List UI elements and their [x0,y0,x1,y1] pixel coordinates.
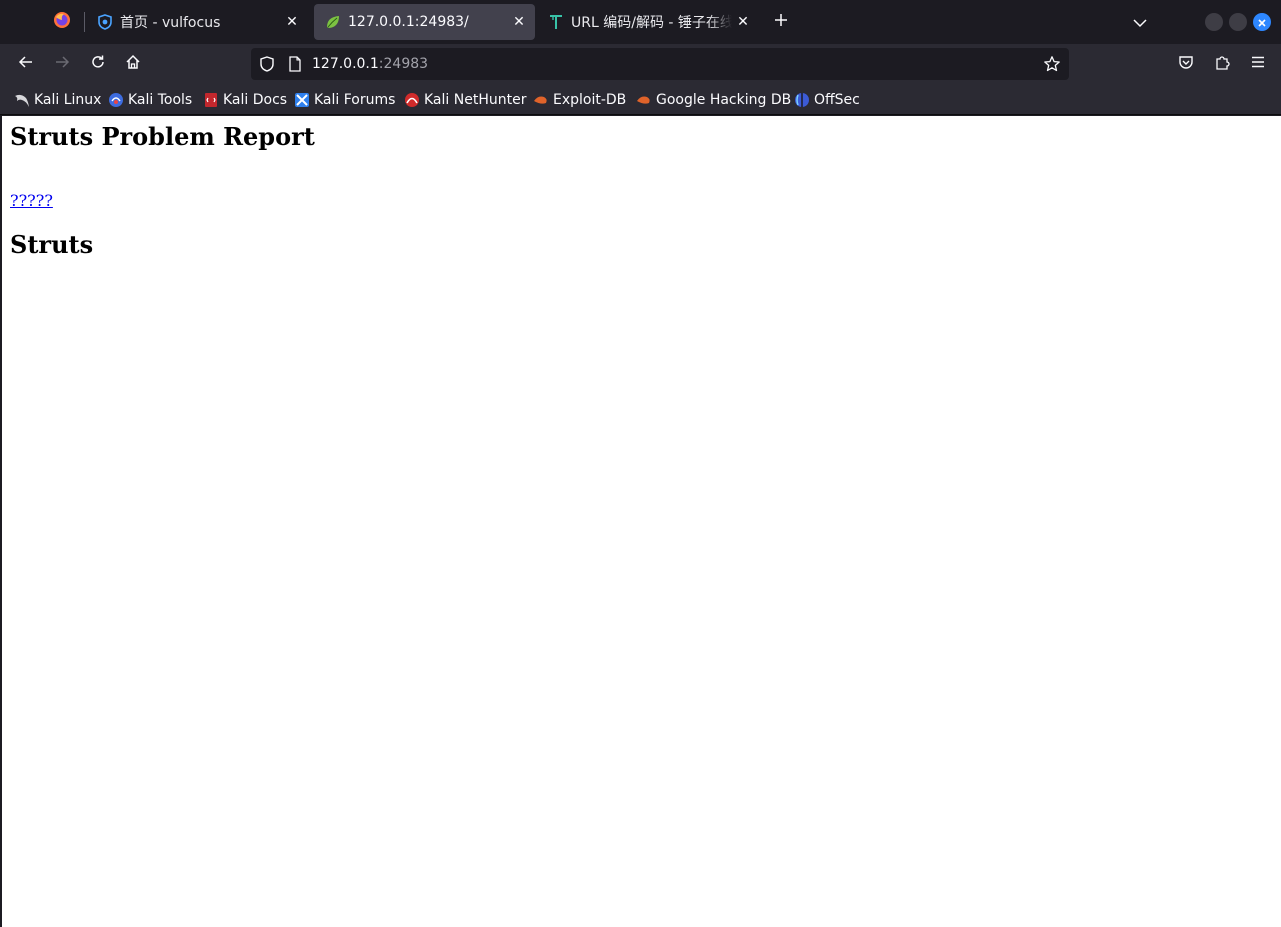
reload-icon [90,54,106,74]
list-all-tabs-button[interactable] [1125,7,1155,37]
url-port: :24983 [378,56,429,72]
bookmark-exploit-db[interactable]: Exploit-DB [533,89,626,111]
bookmark-label: Kali Tools [128,92,193,108]
bookmark-star-icon[interactable] [1043,55,1061,73]
home-button[interactable] [117,48,149,80]
tab-localhost[interactable]: 127.0.0.1:24983/ ✕ [314,4,535,40]
url-text[interactable]: 127.0.0.1:24983 [312,55,428,73]
tab-title: 首页 - vulfocus [120,15,221,31]
tab-separator [84,12,85,32]
close-tab-icon[interactable]: ✕ [732,11,754,33]
firefox-logo-icon [53,11,71,33]
tab-url-encoder[interactable]: URL 编码/解码 - 锤子在线 ✕ [537,4,759,40]
page-title: Struts Problem Report [10,122,315,151]
bookmark-google-hacking-db[interactable]: Google Hacking DB [636,89,791,111]
arrow-left-icon [18,54,34,74]
close-icon [1257,13,1267,32]
extensions-button[interactable] [1206,48,1238,80]
app-menu-button[interactable] [1242,48,1274,80]
hammer-t-icon [548,14,564,30]
bookmarks-toolbar: Kali Linux Kali Tools Kali Docs Kali For… [0,84,1281,115]
forward-button[interactable] [46,48,78,80]
bookmark-label: Kali Linux [34,92,102,108]
section-heading: Struts [10,230,94,259]
url-bar[interactable]: 127.0.0.1:24983 [251,48,1069,80]
vulfocus-shield-icon [97,14,113,30]
offsec-icon [794,92,810,108]
bookmark-label: Kali NetHunter [424,92,527,108]
chevron-down-icon [1133,13,1147,32]
bookmark-label: Kali Forums [314,92,396,108]
kali-dragon-icon [14,92,30,108]
bookmark-label: OffSec [814,92,860,108]
reload-button[interactable] [82,48,114,80]
tab-title: URL 编码/解码 - 锤子在线 [571,15,732,31]
kali-forums-icon [294,92,310,108]
bookmark-label: Kali Docs [223,92,288,108]
new-tab-button[interactable] [766,7,796,37]
spring-leaf-icon [325,14,341,30]
back-button[interactable] [10,48,42,80]
tracking-protection-shield-icon[interactable] [259,56,275,72]
home-icon [125,54,141,74]
plus-icon [773,12,789,32]
maximize-window-button[interactable] [1229,13,1247,31]
arrow-right-icon [54,54,70,74]
puzzle-piece-icon [1214,54,1230,74]
bookmark-label: Exploit-DB [553,92,627,108]
hamburger-menu-icon [1250,54,1266,74]
url-host: 127.0.0.1 [312,56,379,72]
page-content: Struts Problem Report ????? Struts [0,116,1281,927]
bookmark-kali-linux[interactable]: Kali Linux [14,89,101,111]
page-info-icon[interactable] [288,56,302,72]
bookmark-offsec[interactable]: OffSec [794,89,860,111]
ghdb-icon [636,92,652,108]
bookmark-kali-forums[interactable]: Kali Forums [294,89,395,111]
exploit-db-icon [533,92,549,108]
bookmark-kali-tools[interactable]: Kali Tools [108,89,192,111]
navigation-toolbar: 127.0.0.1:24983 [0,44,1281,84]
kali-nethunter-icon [404,92,420,108]
close-tab-icon[interactable]: ✕ [281,11,303,33]
tab-strip: 首页 - vulfocus ✕ 127.0.0.1:24983/ ✕ URL 编… [0,0,1281,44]
kali-tools-icon [108,92,124,108]
firefox-view-button[interactable] [44,5,80,39]
close-window-button[interactable] [1253,13,1271,31]
bookmark-label: Google Hacking DB [656,92,792,108]
bookmark-kali-nethunter[interactable]: Kali NetHunter [404,89,526,111]
problem-link[interactable]: ????? [10,191,53,210]
pocket-button[interactable] [1170,48,1202,80]
tab-vulfocus[interactable]: 首页 - vulfocus ✕ [86,4,308,40]
bookmark-kali-docs[interactable]: Kali Docs [203,89,287,111]
minimize-window-button[interactable] [1205,13,1223,31]
close-tab-icon[interactable]: ✕ [508,11,530,33]
kali-docs-icon [203,92,219,108]
tab-title: 127.0.0.1:24983/ [348,14,469,30]
pocket-icon [1178,54,1194,74]
